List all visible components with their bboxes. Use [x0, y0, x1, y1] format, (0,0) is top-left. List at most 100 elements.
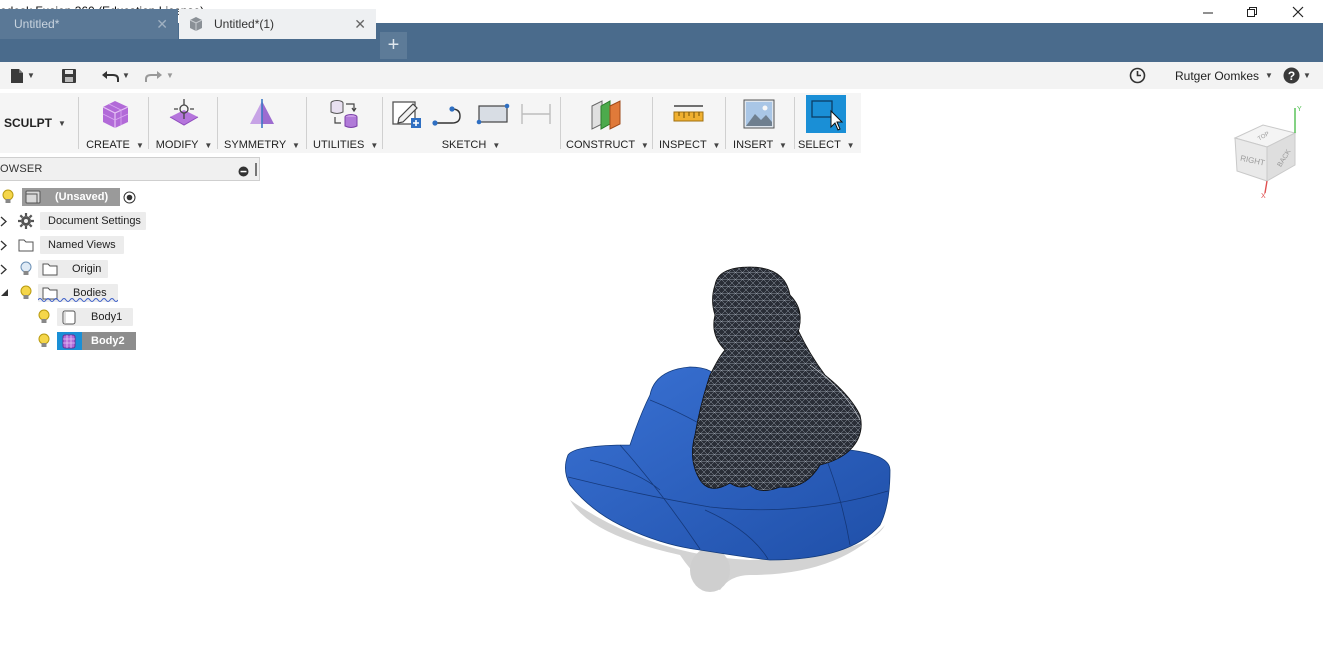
- toolbar-divider: [725, 97, 726, 149]
- browser-item-document-settings[interactable]: Document Settings: [0, 212, 150, 230]
- file-menu-button[interactable]: ▼: [10, 62, 35, 89]
- chevron-down-icon: ▼: [166, 71, 174, 80]
- create-menu[interactable]: CREATE ▼: [86, 93, 144, 153]
- new-tab-button[interactable]: +: [380, 32, 407, 59]
- chevron-down-icon: ▼: [779, 141, 787, 150]
- help-icon: ?: [1283, 67, 1300, 84]
- root-label: (Unsaved): [55, 191, 109, 203]
- group-label: SELECT: [798, 139, 841, 151]
- chevron-down-icon: ▼: [370, 141, 379, 150]
- user-menu[interactable]: Rutger Oomkes ▼: [1175, 62, 1273, 89]
- symmetry-icon: [250, 99, 274, 128]
- undo-button[interactable]: ▼: [101, 62, 130, 89]
- browser-item-body1[interactable]: Body1: [30, 308, 134, 326]
- group-label: CONSTRUCT: [566, 139, 635, 151]
- construct-menu[interactable]: CONSTRUCT ▼: [566, 93, 649, 153]
- browser-item-bodies[interactable]: Bodies: [0, 284, 120, 302]
- chevron-down-icon[interactable]: [0, 288, 10, 298]
- select-menu[interactable]: SELECT ▼: [798, 93, 855, 153]
- measure-icon: [673, 105, 704, 122]
- browser-item-named-views[interactable]: Named Views: [0, 236, 130, 254]
- collapse-browser-button[interactable]: [238, 164, 249, 182]
- lightbulb-icon[interactable]: [2, 189, 14, 205]
- tab-close-icon[interactable]: ✕: [156, 17, 168, 31]
- item-label: Body2: [91, 335, 125, 347]
- restore-icon: [1247, 6, 1257, 17]
- close-window-button[interactable]: [1275, 0, 1321, 23]
- construct-icon: [591, 100, 621, 130]
- toolbar-divider: [148, 97, 149, 149]
- minimize-button[interactable]: [1185, 0, 1231, 23]
- lightbulb-icon[interactable]: [38, 309, 50, 325]
- rectangle-icon: [476, 103, 510, 125]
- help-button[interactable]: ? ▼: [1283, 62, 1311, 89]
- browser-title: OWSER: [0, 163, 43, 175]
- restore-button[interactable]: [1229, 0, 1275, 23]
- file-icon: [11, 68, 23, 83]
- chevron-right-icon[interactable]: [0, 240, 8, 251]
- minus-circle-icon: [238, 166, 249, 177]
- viewcube[interactable]: Y X RIGHT BACK TOP: [1225, 103, 1310, 203]
- chevron-down-icon: ▼: [640, 141, 649, 150]
- group-label: CREATE: [86, 139, 130, 151]
- browser-item-origin[interactable]: Origin: [0, 260, 110, 278]
- tab-close-icon[interactable]: ✕: [354, 17, 366, 31]
- activate-radio-icon[interactable]: [123, 191, 136, 204]
- job-status-button[interactable]: [1129, 62, 1146, 89]
- viewport-model[interactable]: [550, 255, 910, 605]
- body2-mesh[interactable]: [692, 266, 862, 491]
- toolbar-divider: [652, 97, 653, 149]
- chevron-right-icon[interactable]: [0, 264, 8, 275]
- workspace-switcher[interactable]: SCULPT ▼: [0, 93, 66, 153]
- browser-resize-handle[interactable]: [255, 163, 257, 176]
- folder-icon: [18, 239, 34, 252]
- create-sketch-icon: [392, 101, 421, 128]
- toolbar-divider: [382, 97, 383, 149]
- group-label: UTILITIES: [313, 139, 365, 151]
- symmetry-menu[interactable]: SYMMETRY ▼: [224, 93, 300, 153]
- tab-label: Untitled*: [14, 17, 60, 31]
- document-tab-active[interactable]: Untitled*(1) ✕: [179, 9, 376, 39]
- toolbar-divider: [78, 97, 79, 149]
- lightbulb-icon[interactable]: [38, 333, 50, 349]
- redo-button[interactable]: ▼: [145, 62, 174, 89]
- chevron-down-icon: ▼: [846, 141, 855, 150]
- toolbar-divider: [217, 97, 218, 149]
- save-button[interactable]: [61, 62, 77, 89]
- minimize-icon: [1203, 12, 1213, 13]
- chevron-down-icon: ▼: [58, 118, 66, 128]
- tspline-body-icon: [62, 334, 76, 349]
- lightbulb-off-icon[interactable]: [20, 261, 32, 277]
- toolbar-divider: [794, 97, 795, 149]
- redo-icon: [145, 70, 162, 82]
- user-name: Rutger Oomkes: [1175, 68, 1260, 83]
- document-tab[interactable]: Untitled* ✕: [0, 9, 178, 39]
- toolbar-divider: [560, 97, 561, 149]
- gear-icon: [18, 213, 34, 229]
- image-icon: [743, 99, 775, 129]
- lightbulb-icon[interactable]: [20, 285, 32, 301]
- select-icon: [806, 95, 846, 133]
- utilities-menu[interactable]: UTILITIES ▼: [313, 93, 379, 153]
- chevron-down-icon: ▼: [122, 71, 130, 80]
- group-label: MODIFY: [155, 139, 199, 151]
- chevron-down-icon: ▼: [292, 141, 300, 150]
- browser-item-body2[interactable]: Body2: [30, 332, 136, 350]
- chevron-down-icon: ▼: [492, 141, 501, 150]
- inspect-menu[interactable]: INSPECT ▼: [659, 93, 720, 153]
- svg-text:?: ?: [1288, 69, 1295, 83]
- body-icon: [62, 310, 76, 325]
- sketch-menu[interactable]: SKETCH ▼: [388, 93, 554, 153]
- component-icon: [25, 190, 41, 204]
- modify-menu[interactable]: MODIFY ▼: [155, 93, 213, 153]
- chevron-right-icon[interactable]: [0, 216, 8, 227]
- arc-icon: [432, 106, 461, 126]
- svg-text:X: X: [1261, 193, 1266, 200]
- dimension-icon: [521, 104, 551, 124]
- item-label: Document Settings: [48, 215, 141, 227]
- item-label: Body1: [91, 311, 123, 323]
- browser-root-row[interactable]: (Unsaved): [0, 188, 140, 206]
- box-icon: [102, 101, 129, 128]
- svg-text:Y: Y: [1297, 106, 1302, 113]
- insert-menu[interactable]: INSERT ▼: [732, 93, 788, 153]
